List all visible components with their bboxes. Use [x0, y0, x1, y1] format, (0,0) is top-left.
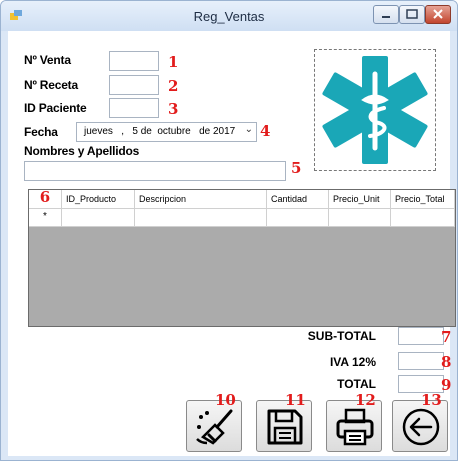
table-row[interactable]: * [29, 209, 455, 227]
broom-icon [196, 409, 233, 445]
maximize-button[interactable] [399, 5, 425, 24]
clear-button[interactable]: 10 [186, 391, 242, 452]
iva-label: IVA 12% [329, 355, 376, 369]
column-header-precio-unit[interactable]: Precio_Unit [329, 190, 391, 208]
subtotal-label: SUB-TOTAL [307, 329, 376, 343]
marker-4: 4 [260, 122, 271, 140]
save-button[interactable]: 11 [256, 391, 312, 452]
column-header-id-producto[interactable]: ID_Producto [62, 190, 135, 208]
marker-10: 10 [215, 391, 236, 409]
total-label: TOTAL [337, 377, 376, 391]
marker-8: 8 [441, 353, 452, 371]
paciente-label: ID Paciente [24, 101, 87, 115]
new-row-marker: * [29, 209, 62, 227]
fecha-value: jueves , 5 de octubre de 2017 [84, 126, 236, 137]
cell-cantidad[interactable] [267, 209, 329, 227]
receta-label: Nº Receta [24, 78, 78, 92]
marker-5: 5 [291, 159, 302, 177]
form-client-area: Nº Venta Nº Receta ID Paciente Fecha Nom… [8, 31, 456, 456]
floppy-disk-icon [267, 409, 303, 445]
marker-11: 11 [285, 391, 306, 409]
venta-input[interactable] [109, 51, 159, 71]
cell-id-producto[interactable] [62, 209, 135, 227]
back-button[interactable]: 13 [392, 391, 448, 452]
marker-2: 2 [168, 77, 179, 95]
minimize-button[interactable] [373, 5, 399, 24]
column-header-descripcion[interactable]: Descripcion [135, 190, 267, 208]
close-button[interactable] [425, 5, 451, 24]
subtotal-field[interactable] [398, 327, 444, 345]
printer-icon [336, 408, 374, 446]
maximize-icon [406, 9, 418, 19]
marker-3: 3 [168, 100, 179, 118]
detalle-grid[interactable]: 6 ID_Producto Descripcion Cantidad Preci… [28, 189, 456, 327]
star-of-life-icon [322, 56, 428, 164]
fecha-label: Fecha [24, 125, 58, 139]
column-header-cantidad[interactable]: Cantidad [267, 190, 329, 208]
row-header-corner: 6 [29, 190, 62, 208]
reg-ventas-window: Reg_Ventas Nº Venta Nº Receta ID Pacient… [0, 0, 458, 461]
fecha-datepicker[interactable]: jueves , 5 de octubre de 2017 ⌄ [76, 122, 257, 142]
cell-descripcion[interactable] [135, 209, 267, 227]
cell-precio-unit[interactable] [329, 209, 391, 227]
marker-7: 7 [441, 328, 452, 346]
marker-1: 1 [168, 53, 179, 71]
nombres-input[interactable] [24, 161, 286, 181]
column-header-precio-total[interactable]: Precio_Total [391, 190, 455, 208]
venta-label: Nº Venta [24, 53, 71, 67]
title-bar[interactable]: Reg_Ventas [1, 1, 457, 31]
close-icon [433, 9, 443, 19]
logo-picture [314, 49, 436, 171]
nombres-label: Nombres y Apellidos [24, 144, 140, 158]
receta-input[interactable] [109, 75, 159, 95]
paciente-input[interactable] [109, 98, 159, 118]
minimize-icon [382, 16, 390, 18]
marker-6: 6 [39, 190, 51, 206]
marker-9: 9 [441, 376, 452, 394]
iva-field[interactable] [398, 352, 444, 370]
cell-precio-total[interactable] [391, 209, 455, 227]
chevron-down-icon[interactable]: ⌄ [245, 124, 253, 135]
print-button[interactable]: 12 [326, 391, 382, 452]
marker-12: 12 [355, 391, 376, 409]
marker-13: 13 [421, 391, 442, 409]
grid-header: 6 ID_Producto Descripcion Cantidad Preci… [29, 190, 455, 209]
back-arrow-icon [402, 408, 440, 446]
